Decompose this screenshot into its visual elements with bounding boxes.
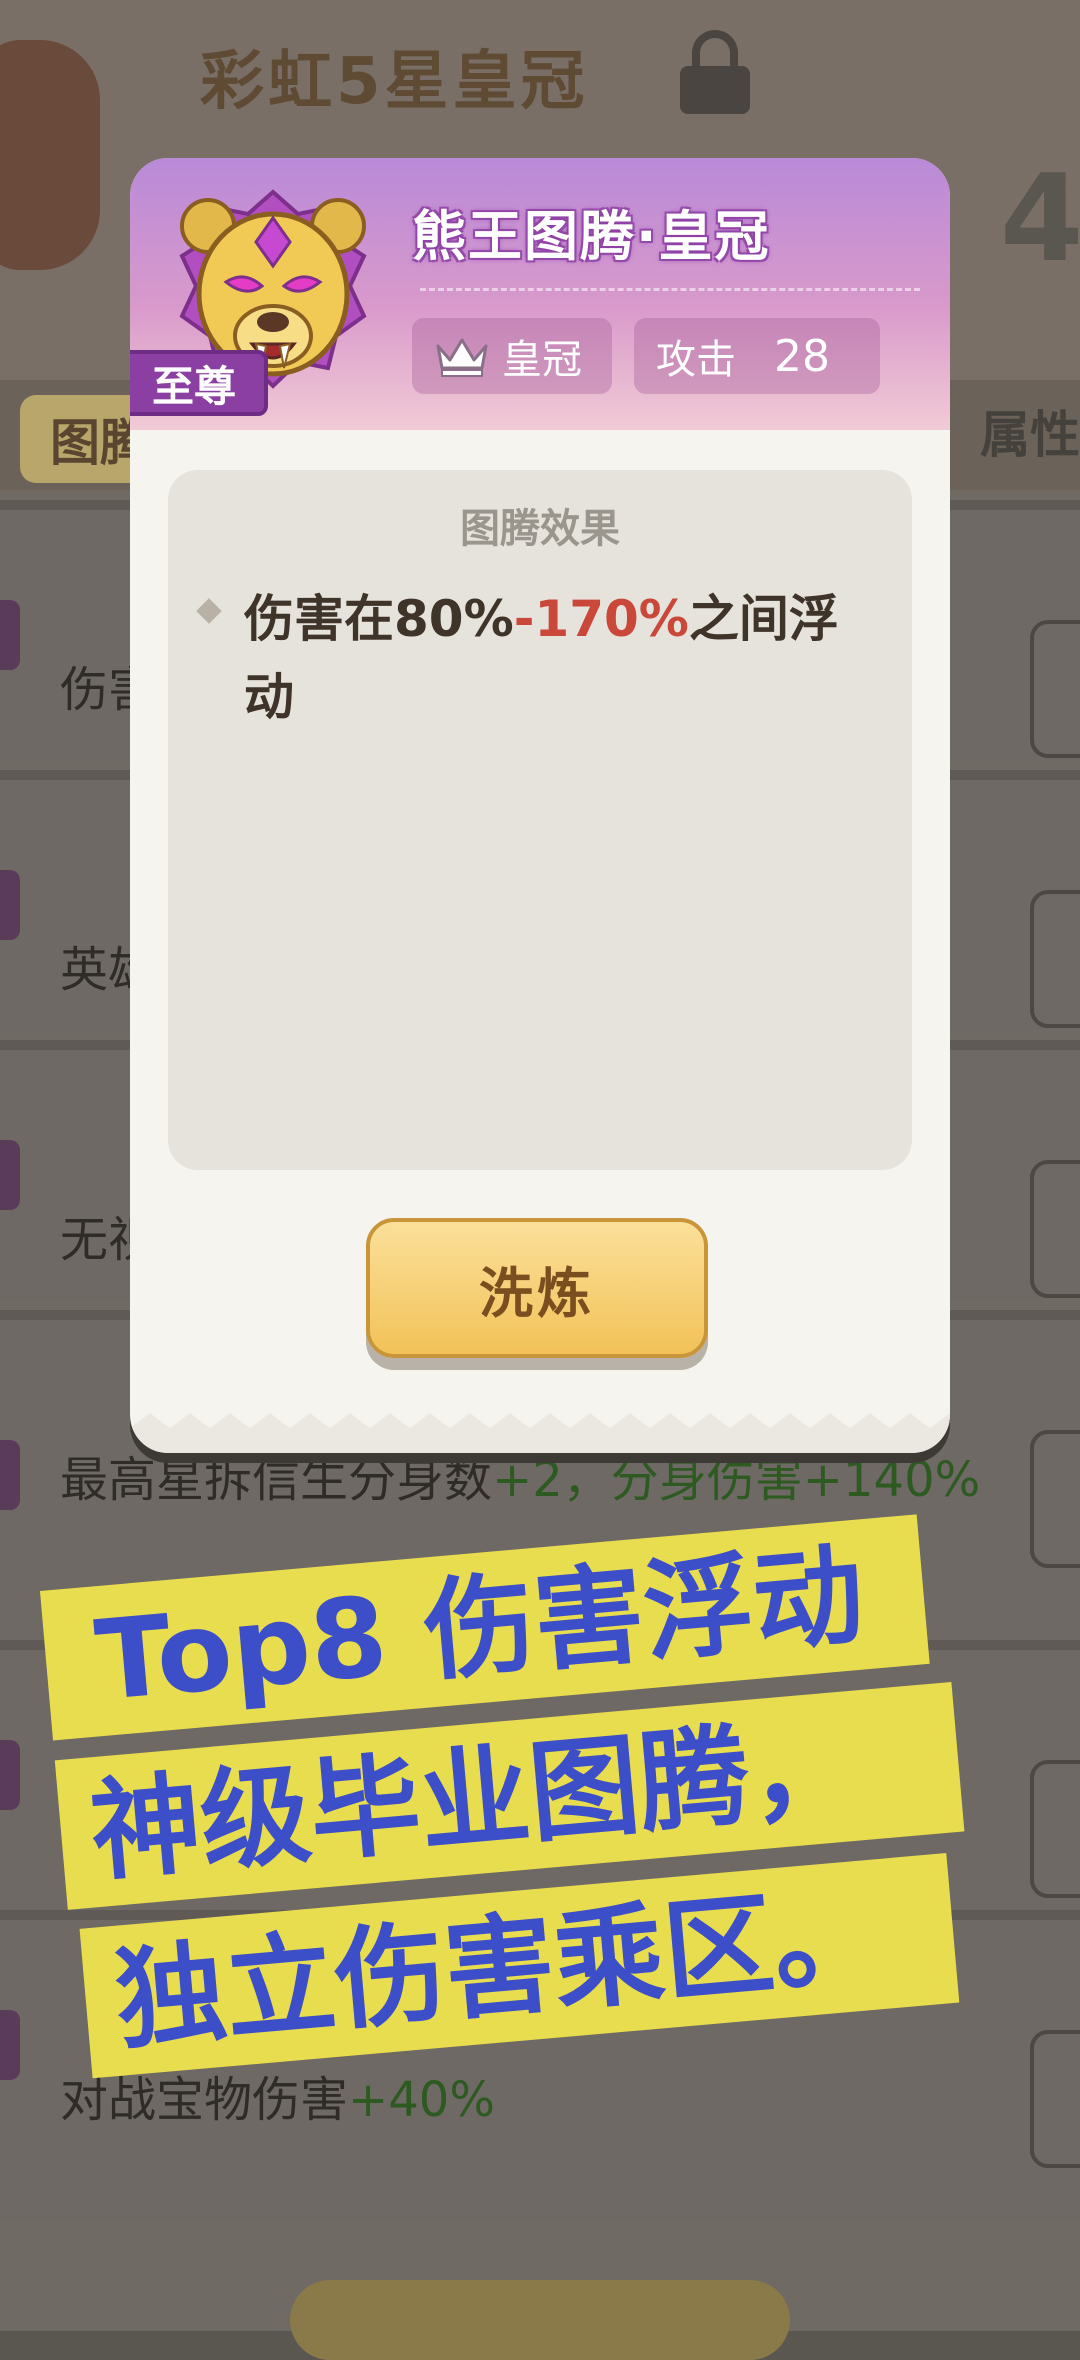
list-item-button[interactable] — [1030, 1760, 1080, 1898]
attack-label: 攻击 — [656, 337, 736, 383]
attack-value: 28 — [774, 330, 830, 382]
list-item-button[interactable] — [1030, 620, 1080, 758]
tab-attributes[interactable]: 属性 — [980, 395, 1080, 467]
gem-icon — [0, 1740, 20, 1810]
list-item-button[interactable] — [1030, 1430, 1080, 1568]
background-bottom-button[interactable] — [290, 2280, 790, 2360]
header-divider — [420, 288, 920, 291]
gem-icon — [0, 1440, 20, 1510]
effect-panel: 图腾效果 伤害在80%-170%之间浮动 — [168, 470, 912, 1170]
gem-icon — [0, 870, 20, 940]
list-item-button[interactable] — [1030, 2030, 1080, 2168]
diamond-bullet-icon — [196, 598, 222, 624]
effect-highlight: -170% — [513, 590, 689, 648]
rank-badge: 至尊 — [130, 350, 268, 416]
promo-caption: Top8 伤害浮动 神级毕业图腾， 独立伤害乘区。 — [38, 1491, 1002, 2109]
totem-detail-modal: 熊王图腾·皇冠 皇冠 攻击 28 至尊 图腾效果 伤害在80%-170%之间浮动… — [130, 158, 950, 1453]
crown-chip-label: 皇冠 — [502, 337, 582, 383]
caption-line-2: 神级毕业图腾， — [85, 1701, 864, 1897]
attack-stat-chip: 攻击 28 — [634, 318, 880, 394]
background-title: 彩虹5星皇冠 — [200, 45, 589, 119]
crown-icon — [436, 338, 488, 377]
background-crown-decoration — [0, 40, 100, 270]
gem-icon — [0, 600, 20, 670]
list-item-button[interactable] — [1030, 890, 1080, 1028]
caption-line-1: Top8 伤害浮动 — [90, 1530, 869, 1726]
effect-prefix: 伤害在80% — [244, 590, 514, 648]
refine-button[interactable]: 洗炼 — [366, 1218, 708, 1358]
background-number: 4 — [1000, 150, 1080, 289]
crown-type-chip: 皇冠 — [412, 318, 612, 394]
totem-name: 熊王图腾·皇冠 — [412, 205, 771, 268]
gem-icon — [0, 1140, 20, 1210]
gem-icon — [0, 2010, 20, 2080]
caption-line-3: 独立伤害乘区。 — [110, 1870, 889, 2065]
list-item-button[interactable] — [1030, 1160, 1080, 1298]
zigzag-edge — [130, 1413, 950, 1453]
effect-title: 图腾效果 — [460, 506, 620, 552]
lock-icon — [680, 30, 750, 114]
effect-description: 伤害在80%-170%之间浮动 — [244, 580, 884, 736]
